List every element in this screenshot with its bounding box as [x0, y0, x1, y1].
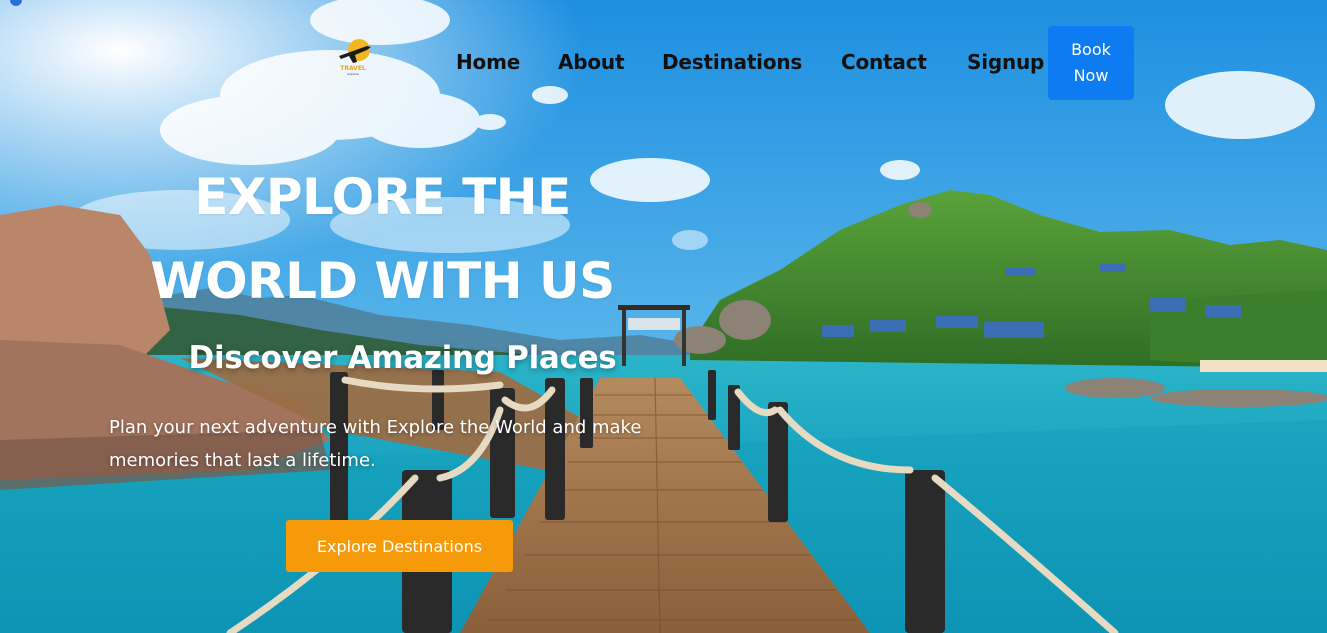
explore-destinations-button[interactable]: Explore Destinations — [286, 520, 513, 572]
book-now-button[interactable]: Book Now — [1048, 26, 1134, 100]
hero-headline: EXPLORE THE WORLD WITH US — [150, 168, 615, 310]
nav-item-contact[interactable]: Contact — [841, 50, 927, 74]
airplane-icon — [339, 39, 371, 63]
brand-logo[interactable]: TRAVEL explore — [327, 38, 379, 78]
brand-logo-text: TRAVEL — [340, 65, 366, 72]
nav-item-destinations[interactable]: Destinations — [662, 50, 802, 74]
nav-item-signup[interactable]: Signup — [967, 50, 1044, 74]
nav-item-home[interactable]: Home — [456, 50, 520, 74]
brand-logo-subtext: explore — [347, 72, 359, 76]
hero-description: Plan your next adventure with Explore th… — [109, 417, 642, 471]
nav-item-about[interactable]: About — [558, 50, 625, 74]
hero-subheading: Discover Amazing Places — [188, 340, 617, 376]
